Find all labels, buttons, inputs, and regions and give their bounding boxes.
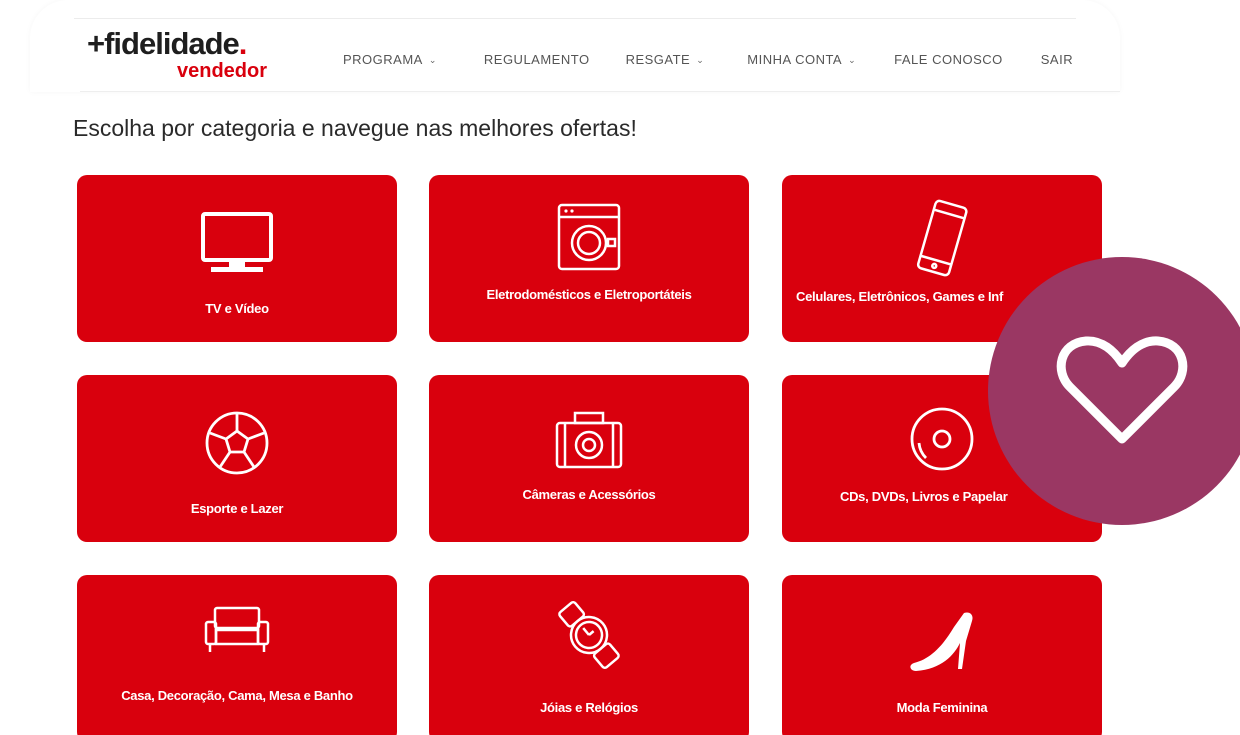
page-headline: Escolha por categoria e navegue nas melh…: [73, 115, 637, 141]
header-divider: [80, 91, 1120, 92]
high-heel-icon: [782, 605, 1102, 681]
category-label: CDs, DVDs, Livros e Papelar: [840, 489, 1008, 504]
site-logo[interactable]: +fidelidade. vendedor: [87, 26, 287, 86]
nav-sair[interactable]: SAIR: [1041, 51, 1073, 69]
nav-fale-conosco[interactable]: FALE CONOSCO: [894, 51, 1003, 69]
category-tile-moda-feminina[interactable]: Moda Feminina: [782, 575, 1102, 735]
category-label: TV e Vídeo: [205, 301, 269, 316]
sofa-icon: [77, 593, 397, 669]
chevron-down-icon: ⌄: [848, 55, 857, 65]
category-label: Celulares, Eletrônicos, Games e Inf: [796, 289, 1003, 304]
washing-machine-icon: [429, 199, 749, 275]
heart-icon: [1056, 336, 1188, 444]
category-label: Esporte e Lazer: [190, 501, 284, 516]
chevron-down-icon: ⌄: [428, 55, 437, 65]
logo-subtitle: vendedor: [177, 60, 268, 82]
logo-wordmark: +fidelidade.: [87, 26, 247, 61]
camera-icon: [429, 401, 749, 477]
tv-icon: [77, 205, 397, 281]
main-nav: PROGRAMA ⌄ REGULAMENTO RESGATE ⌄ MINHA CON…: [343, 51, 1073, 69]
category-tile-tv-video[interactable]: TV e Vídeo: [77, 175, 397, 342]
soccer-ball-icon: [77, 405, 397, 481]
nav-resgate[interactable]: RESGATE ⌄: [626, 51, 705, 69]
nav-programa[interactable]: PROGRAMA ⌄: [343, 51, 437, 69]
nav-regulamento[interactable]: REGULAMENTO: [484, 51, 590, 69]
category-tile-casa[interactable]: Casa, Decoração, Cama, Mesa e Banho: [77, 575, 397, 735]
category-label: Eletrodomésticos e Eletroportáteis: [486, 287, 692, 302]
chevron-down-icon: ⌄: [696, 55, 705, 65]
watch-icon: [429, 597, 749, 673]
category-tile-esporte[interactable]: Esporte e Lazer: [77, 375, 397, 542]
nav-minha-conta[interactable]: MINHA CONTA ⌄: [747, 51, 856, 69]
category-tile-cameras[interactable]: Câmeras e Acessórios: [429, 375, 749, 542]
header-divider: [74, 18, 1076, 19]
category-tile-joias[interactable]: Jóias e Relógios: [429, 575, 749, 735]
favorite-badge[interactable]: [988, 257, 1240, 525]
category-tile-eletrodomesticos[interactable]: Eletrodomésticos e Eletroportáteis: [429, 175, 749, 342]
smartphone-icon: [782, 199, 1102, 277]
category-label: Câmeras e Acessórios: [522, 487, 656, 502]
category-label: Casa, Decoração, Cama, Mesa e Banho: [121, 688, 353, 703]
category-label: Moda Feminina: [896, 700, 988, 715]
category-label: Jóias e Relógios: [540, 700, 638, 715]
